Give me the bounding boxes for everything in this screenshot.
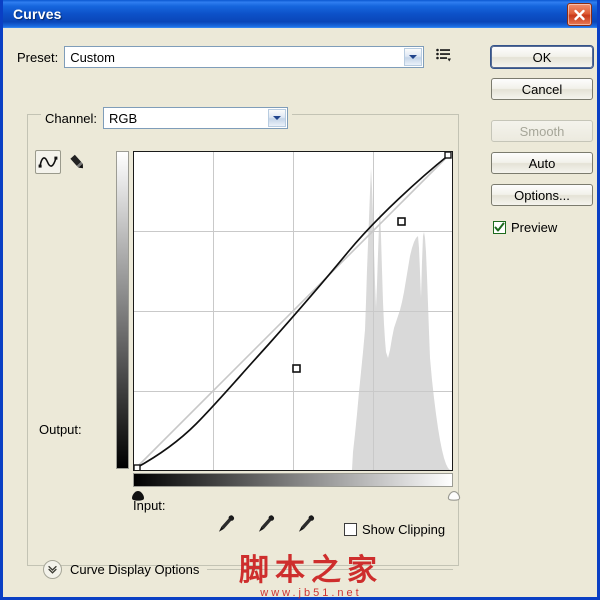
preset-row: Preset: Custom <box>17 46 452 68</box>
curves-dialog: Curves Preset: Custom Channel: RGB Outpu… <box>0 0 600 600</box>
histogram-shape <box>352 168 450 470</box>
close-button[interactable] <box>567 3 592 26</box>
close-icon <box>574 9 585 20</box>
preview-checkbox[interactable] <box>493 221 506 234</box>
white-input-slider[interactable] <box>447 488 461 506</box>
eyedropper-icon <box>258 515 275 532</box>
black-point-eyedropper[interactable] <box>215 512 237 541</box>
curve-point-tool[interactable] <box>35 150 61 174</box>
control-point-mid[interactable] <box>292 364 301 373</box>
eyedropper-icon <box>298 515 315 532</box>
eyedropper-group <box>215 512 317 541</box>
curve-tools <box>35 150 91 174</box>
curve-display-options-label: Curve Display Options <box>70 562 200 577</box>
auto-button[interactable]: Auto <box>491 152 593 174</box>
curve-plot-svg <box>134 152 452 470</box>
smooth-button: Smooth <box>491 120 593 142</box>
preset-menu-icon[interactable] <box>436 48 452 67</box>
eyedropper-icon <box>218 515 235 532</box>
preset-label: Preset: <box>17 49 59 65</box>
white-point-eyedropper[interactable] <box>295 512 317 541</box>
preset-dropdown-arrow[interactable] <box>404 48 423 66</box>
ok-button[interactable]: OK <box>491 46 593 68</box>
pencil-tool-icon <box>70 154 83 169</box>
channel-row: Channel: RGB <box>41 107 293 129</box>
control-point-black[interactable] <box>134 464 141 470</box>
chevron-down-icon <box>409 55 418 59</box>
cancel-button[interactable]: Cancel <box>491 78 593 100</box>
window-title: Curves <box>13 6 62 22</box>
channel-dropdown[interactable]: RGB <box>103 107 289 129</box>
title-bar: Curves <box>3 0 597 28</box>
checkmark-icon <box>494 222 505 232</box>
channel-value: RGB <box>109 110 138 126</box>
show-clipping-label: Show Clipping <box>362 522 446 537</box>
white-slider-icon <box>447 491 461 501</box>
curve-tool-icon <box>38 156 58 168</box>
chevron-down-icon <box>48 565 57 574</box>
right-panel: OK Cancel Smooth Auto Options... Preview <box>481 28 600 597</box>
curve-display-options-row[interactable]: Curve Display Options <box>43 560 453 579</box>
control-point-upper[interactable] <box>397 217 406 226</box>
preset-value: Custom <box>70 49 115 65</box>
preview-label: Preview <box>511 220 558 235</box>
pencil-tool[interactable] <box>65 150 91 174</box>
preset-dropdown[interactable]: Custom <box>64 46 425 68</box>
options-button[interactable]: Options... <box>491 184 593 206</box>
output-label: Output: <box>39 422 82 437</box>
curve-plot[interactable] <box>133 151 453 471</box>
curve-display-options-rule <box>207 569 453 570</box>
watermark-sub: www.jb51.net <box>260 587 362 599</box>
input-gradient-bar <box>133 473 453 487</box>
control-point-white[interactable] <box>444 152 452 159</box>
dialog-body: Preset: Custom Channel: RGB Output: Inpu… <box>3 28 600 599</box>
curve-display-options-toggle[interactable] <box>43 560 62 579</box>
gray-point-eyedropper[interactable] <box>255 512 277 541</box>
channel-dropdown-arrow[interactable] <box>268 109 287 127</box>
left-panel: Preset: Custom Channel: RGB Output: Inpu… <box>3 28 475 599</box>
chevron-down-icon <box>273 116 282 120</box>
output-gradient-bar <box>116 151 129 469</box>
preview-row[interactable]: Preview <box>493 220 557 235</box>
list-menu-icon <box>436 48 452 61</box>
show-clipping-row[interactable]: Show Clipping <box>344 522 445 537</box>
input-label: Input: <box>133 498 166 513</box>
channel-label: Channel: <box>45 110 98 126</box>
show-clipping-checkbox[interactable] <box>344 523 357 536</box>
